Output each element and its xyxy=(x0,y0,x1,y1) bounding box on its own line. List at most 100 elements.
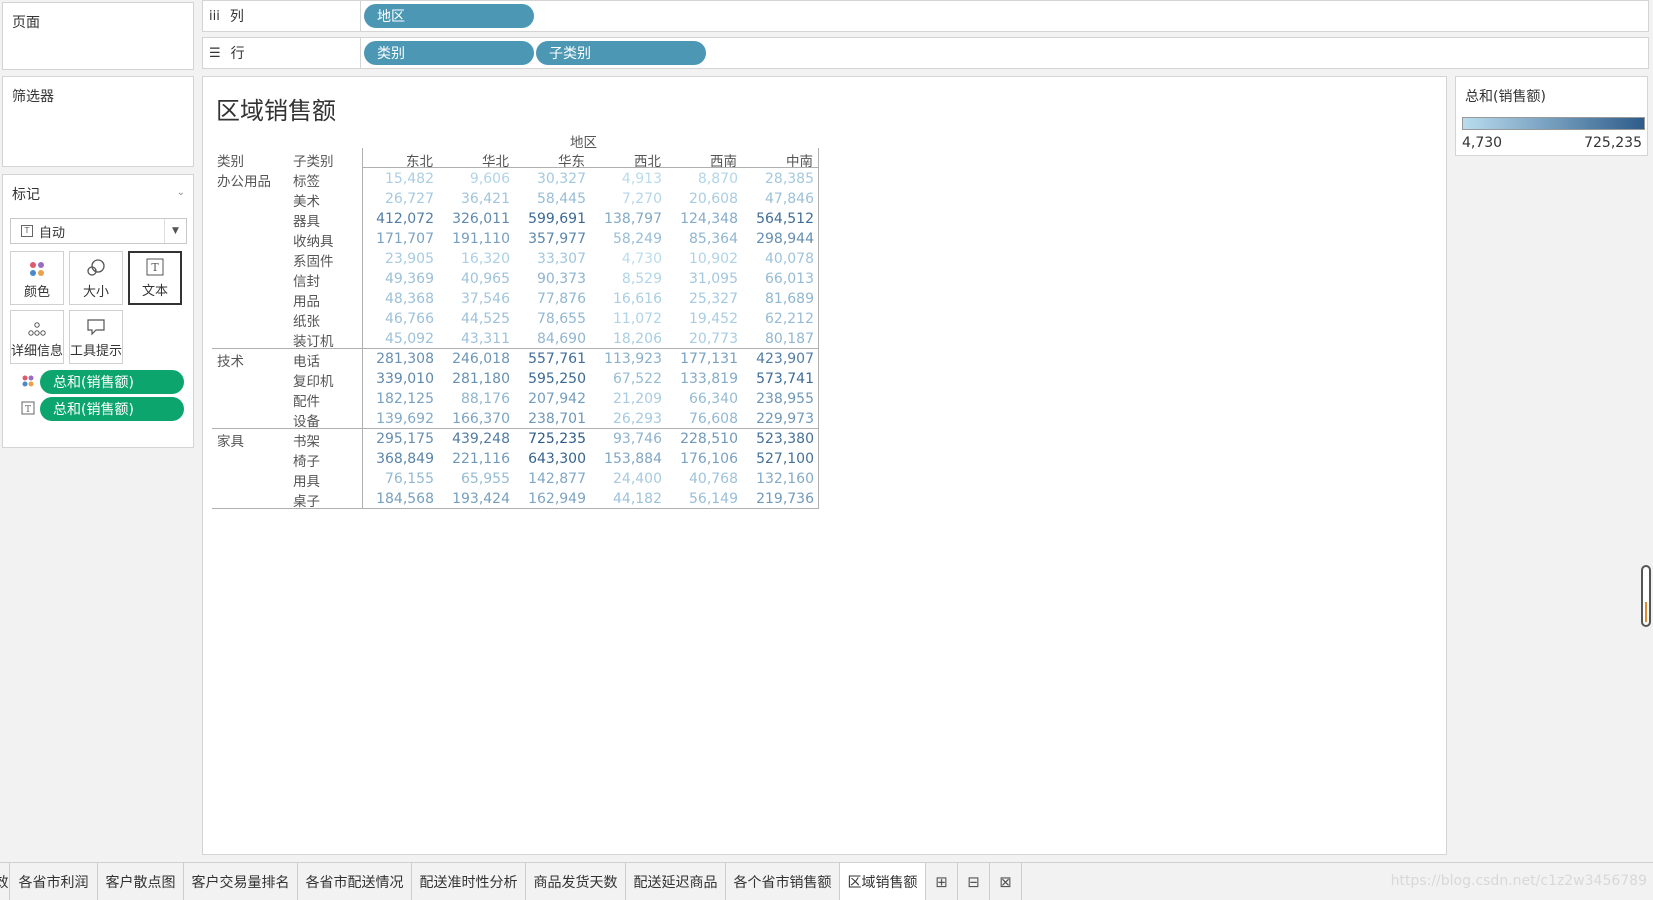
subcategory-label: 桌子 xyxy=(293,494,320,510)
data-cell: 76,608 xyxy=(689,411,738,427)
color-icon xyxy=(30,262,44,276)
rows-shelf[interactable]: ☰ 行 类别 子类别 xyxy=(202,37,1649,69)
data-cell: 20,608 xyxy=(689,191,738,207)
subcategory-label: 器具 xyxy=(293,214,320,230)
group-divider xyxy=(212,428,818,429)
data-cell: 229,973 xyxy=(756,411,814,427)
data-cell: 113,923 xyxy=(604,351,662,367)
filters-card[interactable]: 筛选器 xyxy=(2,76,194,167)
dropdown-arrow-icon: ▼ xyxy=(164,219,186,243)
data-cell: 281,308 xyxy=(376,351,434,367)
color-label: 颜色 xyxy=(23,285,50,300)
size-button[interactable]: 大小 xyxy=(69,251,123,305)
data-cell: 298,944 xyxy=(756,231,814,247)
worksheet-view[interactable]: 区域销售额 地区 类别 子类别 东北 华北 华东 西北 西南 中南 办公用品 标签 15,482 9,6… xyxy=(202,76,1447,855)
data-cell: 219,736 xyxy=(756,491,814,507)
data-cell: 26,293 xyxy=(613,411,662,427)
data-cell: 8,870 xyxy=(697,171,738,187)
rows-icon: ☰ xyxy=(209,45,221,61)
sheet-tab[interactable]: 各个省市销售额 xyxy=(726,863,840,900)
data-cell: 207,942 xyxy=(528,391,586,407)
data-cell: 80,187 xyxy=(765,331,814,347)
columns-shelf[interactable]: iii 列 地区 xyxy=(202,0,1649,32)
subcategory-label: 系固件 xyxy=(293,254,334,270)
data-cell: 26,727 xyxy=(385,191,434,207)
svg-text:T: T xyxy=(151,261,159,274)
subcategory-label: 纸张 xyxy=(293,314,320,330)
data-cell: 595,250 xyxy=(528,371,586,387)
marks-title: 标记 xyxy=(12,187,40,203)
pages-card[interactable]: 页面 xyxy=(2,2,194,70)
data-cell: 58,249 xyxy=(613,231,662,247)
data-cell: 326,011 xyxy=(452,211,510,227)
scroll-indicator[interactable] xyxy=(1641,565,1651,627)
sheet-tab[interactable]: 区域销售额 xyxy=(840,863,926,900)
mark-type-dropdown[interactable]: T 自动 ▼ xyxy=(10,218,187,244)
sheet-tab[interactable]: 各省市配送情况 xyxy=(298,863,412,900)
watermark: https://blog.csdn.net/c1z2w3456789 xyxy=(1390,873,1647,889)
marks-label-pill[interactable]: 总和(销售额) xyxy=(40,397,184,421)
data-cell: 81,689 xyxy=(765,291,814,307)
data-cell: 30,327 xyxy=(537,171,586,187)
sheet-tab[interactable]: 商品发货天数 xyxy=(526,863,626,900)
subcategory-label: 配件 xyxy=(293,394,320,410)
row-field-header-subcategory: 子类别 xyxy=(293,154,334,170)
columns-label-text: 列 xyxy=(229,9,244,25)
new-story-icon[interactable]: ⊠ xyxy=(990,863,1022,900)
data-cell: 523,380 xyxy=(756,431,814,447)
header-divider xyxy=(362,167,818,168)
data-cell: 10,902 xyxy=(689,251,738,267)
sheet-tab[interactable]: 配送准时性分析 xyxy=(412,863,526,900)
subcategory-label: 电话 xyxy=(293,354,320,370)
data-cell: 557,761 xyxy=(528,351,586,367)
worksheet-title: 区域销售额 xyxy=(216,97,336,125)
sheet-tab[interactable]: 配送延迟商品 xyxy=(626,863,726,900)
subcategory-label: 用品 xyxy=(293,294,320,310)
data-cell: 93,746 xyxy=(613,431,662,447)
data-cell: 368,849 xyxy=(376,451,434,467)
sheet-tab[interactable]: 各省市利润 xyxy=(10,863,98,900)
sheet-tab[interactable]: 效 xyxy=(0,863,10,900)
pill-label: 子类别 xyxy=(549,46,591,62)
data-cell: 142,877 xyxy=(528,471,586,487)
chevron-down-icon[interactable]: ⌄ xyxy=(177,187,185,198)
data-cell: 19,452 xyxy=(689,311,738,327)
data-cell: 37,546 xyxy=(461,291,510,307)
data-cell: 20,773 xyxy=(689,331,738,347)
subcategory-label: 书架 xyxy=(293,434,320,450)
data-cell: 527,100 xyxy=(756,451,814,467)
sheet-tab-bar: 效各省市利润客户散点图客户交易量排名各省市配送情况配送准时性分析商品发货天数配送… xyxy=(0,862,1653,900)
text-icon: T xyxy=(146,258,164,276)
legend-max: 725,235 xyxy=(1584,135,1642,151)
detail-button[interactable]: 详细信息 xyxy=(10,310,64,364)
data-cell: 564,512 xyxy=(756,211,814,227)
column-pill-region[interactable]: 地区 xyxy=(364,4,534,28)
text-button[interactable]: T 文本 xyxy=(128,251,182,305)
data-cell: 56,149 xyxy=(689,491,738,507)
data-cell: 36,421 xyxy=(461,191,510,207)
data-cell: 182,125 xyxy=(376,391,434,407)
marks-color-pill[interactable]: 总和(销售额) xyxy=(40,370,184,394)
sheet-tab[interactable]: 客户交易量排名 xyxy=(184,863,298,900)
row-pill-subcategory[interactable]: 子类别 xyxy=(536,41,706,65)
data-cell: 88,176 xyxy=(461,391,510,407)
new-dashboard-icon[interactable]: ⊟ xyxy=(958,863,990,900)
pill-label: 类别 xyxy=(377,46,405,62)
tooltip-button[interactable]: 工具提示 xyxy=(69,310,123,364)
data-cell: 193,424 xyxy=(452,491,510,507)
legend-title: 总和(销售额) xyxy=(1465,89,1546,105)
color-legend[interactable]: 总和(销售额) 4,730 725,235 xyxy=(1455,76,1648,156)
new-worksheet-icon[interactable]: ⊞ xyxy=(926,863,958,900)
marks-card: 标记 ⌄ T 自动 ▼ 颜色 大小 T 文本 详细信息 工具提示 总和(销售额)… xyxy=(2,174,194,448)
data-cell: 48,368 xyxy=(385,291,434,307)
sheet-tab[interactable]: 客户散点图 xyxy=(98,863,184,900)
data-cell: 18,206 xyxy=(613,331,662,347)
data-cell: 9,606 xyxy=(469,171,510,187)
data-cell: 139,692 xyxy=(376,411,434,427)
color-button[interactable]: 颜色 xyxy=(10,251,64,305)
svg-text:T: T xyxy=(25,405,31,415)
data-cell: 11,072 xyxy=(613,311,662,327)
data-cell: 153,884 xyxy=(604,451,662,467)
row-pill-category[interactable]: 类别 xyxy=(364,41,534,65)
data-cell: 40,768 xyxy=(689,471,738,487)
